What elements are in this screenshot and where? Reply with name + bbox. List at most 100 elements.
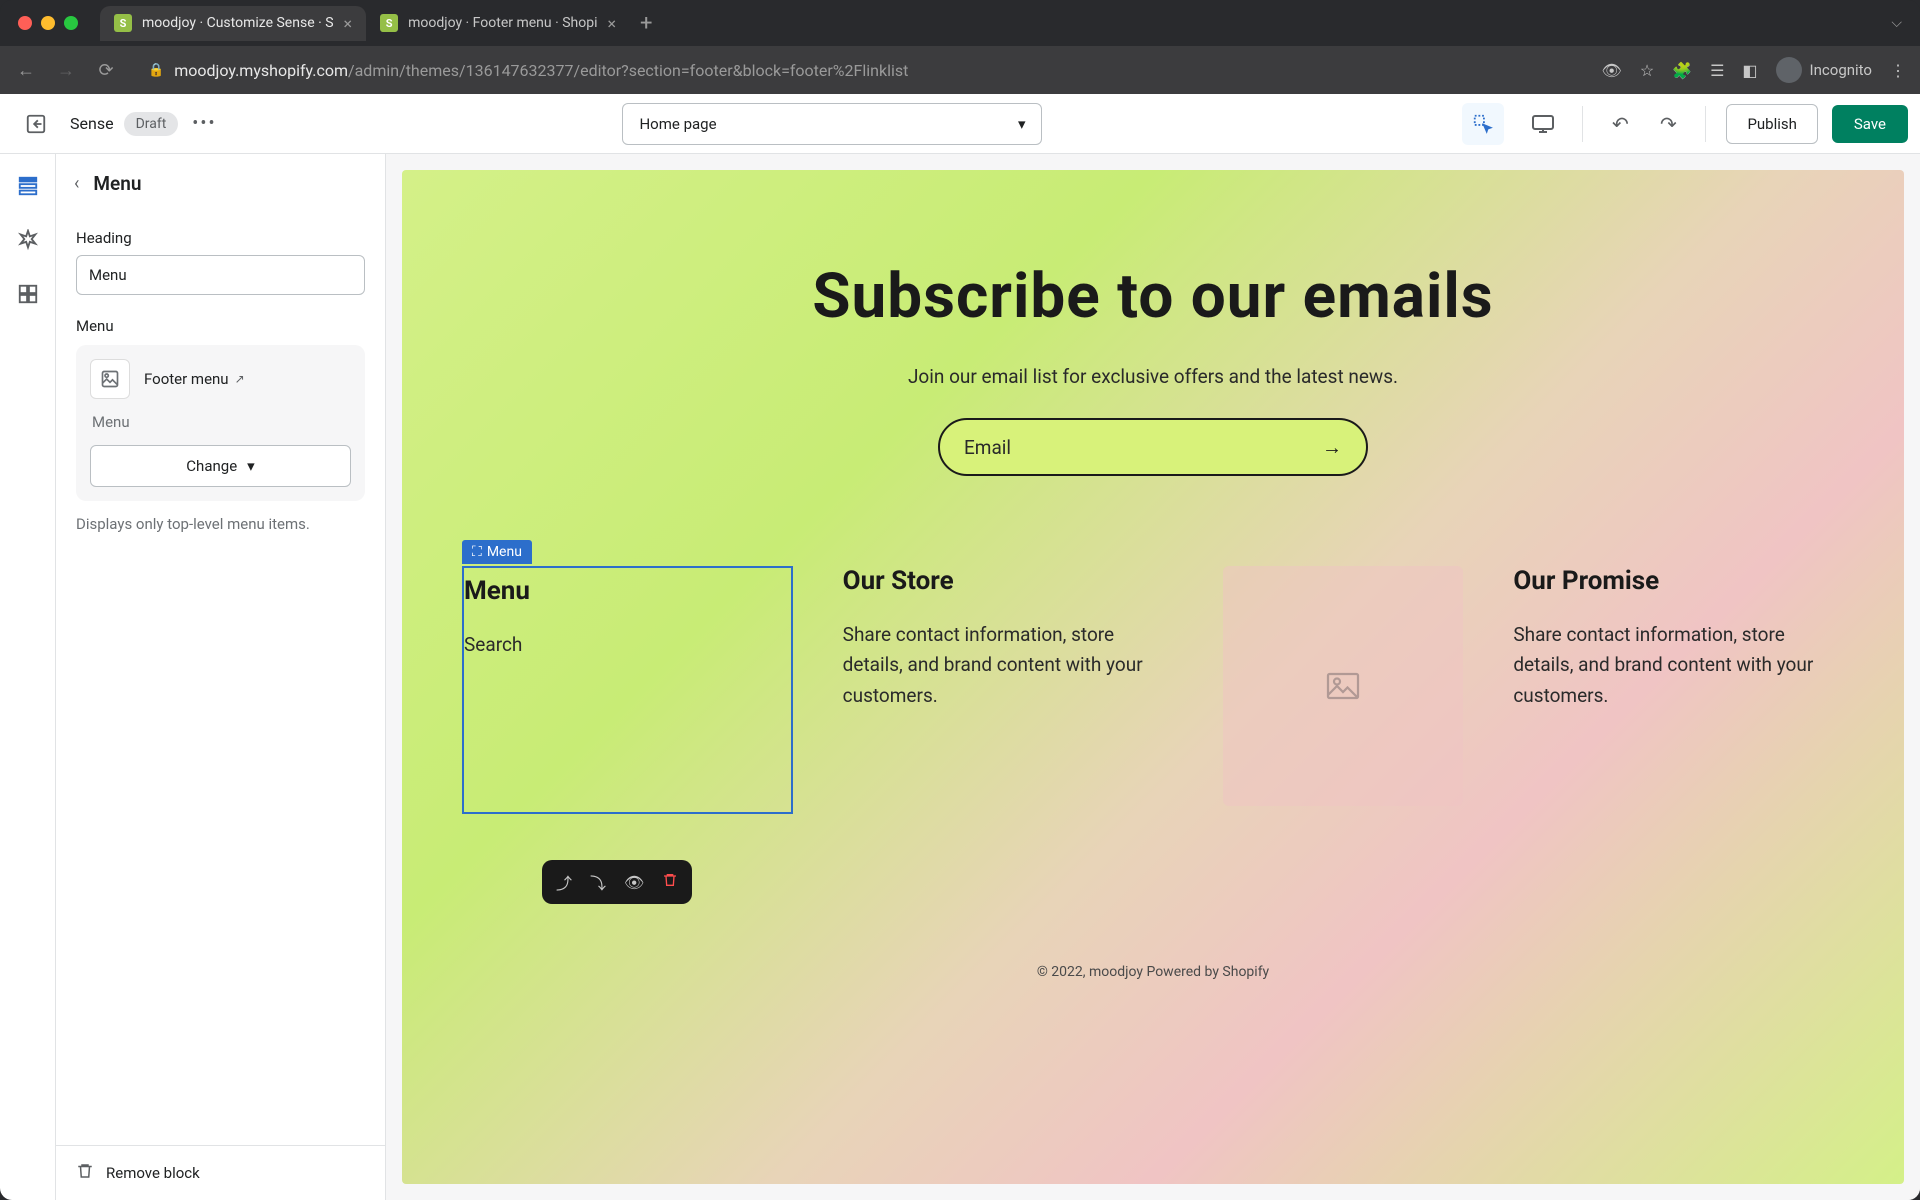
desktop-viewport-button[interactable] [1524,105,1562,143]
move-down-icon[interactable]: ⤵ [590,870,606,894]
remove-block-button[interactable]: Remove block [56,1145,385,1200]
tab-title: moodjoy · Customize Sense · S [142,15,334,31]
more-actions-button[interactable]: ••• [192,113,216,134]
forward-button[interactable]: → [54,60,78,81]
browser-tab-2[interactable]: S moodjoy · Footer menu · Shopi × [366,6,630,41]
menu-picker-card: Footer menu ↗ Menu Change ▾ [76,345,365,501]
window-close[interactable] [18,16,32,30]
copyright-text: © 2022, moodjoy Powered by Shopify [462,964,1844,980]
chrome-menu-icon[interactable]: ⋮ [1890,61,1906,80]
store-col-title: Our Store [843,566,1174,596]
extensions-icon[interactable]: 🧩 [1672,61,1692,80]
bookmark-icon[interactable]: ☆ [1640,61,1654,80]
editor-header: Sense Draft ••• Home page ▾ ↶ ↷ Publish … [0,94,1920,154]
tab-close-icon[interactable]: × [344,14,353,33]
menu-link-search[interactable]: Search [464,630,791,660]
chevron-down-icon: ▾ [247,457,255,475]
url-text: moodjoy.myshopify.com/admin/themes/13614… [174,61,908,80]
undo-button[interactable]: ↶ [1603,107,1637,141]
sidebar-content: Heading Menu Footer menu ↗ [56,213,385,1145]
tab-close-icon[interactable]: × [608,14,617,33]
hide-icon[interactable]: 👁 [624,873,644,892]
move-up-icon[interactable]: ⤴ [556,870,572,894]
image-placeholder[interactable] [1223,566,1463,806]
redo-button[interactable]: ↷ [1651,107,1685,141]
delete-icon[interactable] [662,872,678,892]
back-button[interactable]: ← [14,60,38,81]
footer-col-promise: Our Promise Share contact information, s… [1513,566,1844,711]
promise-col-title: Our Promise [1513,566,1844,596]
publish-button[interactable]: Publish [1726,104,1817,144]
shopify-editor: Sense Draft ••• Home page ▾ ↶ ↷ Publish … [0,94,1920,1200]
sections-nav-icon[interactable] [14,172,42,200]
browser-tab-1[interactable]: S moodjoy · Customize Sense · S × [100,6,366,41]
page-selector[interactable]: Home page ▾ [622,103,1042,145]
subscribe-title: Subscribe to our emails [462,260,1844,333]
trash-icon [76,1162,94,1184]
browser-title-bar: S moodjoy · Customize Sense · S × S mood… [0,0,1920,46]
chrome-toolbar-icons: 👁 ☆ 🧩 ☰ ◧ Incognito ⋮ [1602,57,1907,83]
block-toolbar: ⤴ ⤵ 👁 [542,860,692,904]
incognito-indicator[interactable]: Incognito [1776,57,1872,83]
separator [1582,106,1583,142]
heading-input[interactable] [76,255,365,295]
save-button[interactable]: Save [1832,105,1908,143]
subscribe-subtitle: Join our email list for exclusive offers… [462,365,1844,388]
footer-columns: ⛶ Menu Menu Search Our Store Share conta… [462,566,1844,814]
sidebar-title: Menu [93,172,141,195]
new-tab-button[interactable]: + [630,11,662,36]
theme-name: Sense [70,114,114,133]
tab-title: moodjoy · Footer menu · Shopi [408,15,597,31]
heading-field-label: Heading [76,229,365,247]
reading-list-icon[interactable]: ☰ [1710,61,1724,80]
subscribe-section: Subscribe to our emails Join our email l… [462,260,1844,476]
image-placeholder-icon [90,359,130,399]
traffic-lights [18,16,78,30]
draft-badge: Draft [124,112,179,136]
change-menu-button[interactable]: Change ▾ [90,445,351,487]
remove-block-label: Remove block [106,1164,200,1182]
eye-off-icon[interactable]: 👁 [1602,61,1622,80]
app-embeds-nav-icon[interactable] [14,280,42,308]
header-actions: ↶ ↷ Publish Save [1524,104,1908,144]
store-col-text: Share contact information, store details… [843,620,1174,711]
help-text: Displays only top-level menu items. [76,515,365,533]
theme-canvas[interactable]: Subscribe to our emails Join our email l… [402,170,1904,1184]
exit-editor-button[interactable] [12,100,60,148]
reload-button[interactable]: ⟳ [94,60,118,81]
side-panel-icon[interactable]: ◧ [1742,61,1757,80]
footer-col-menu: ⛶ Menu Menu Search [462,566,793,814]
block-tag-icon: ⛶ [472,544,482,560]
external-link-icon: ↗ [235,372,245,386]
menu-link-text: Footer menu ↗ [144,370,245,388]
menu-sub-label: Menu [92,413,351,431]
inspector-toggle-button[interactable] [1462,103,1504,145]
submit-arrow-icon[interactable]: → [1322,435,1342,460]
separator [1705,106,1706,142]
browser-url-bar: ← → ⟳ 🔒 moodjoy.myshopify.com/admin/them… [0,46,1920,94]
lock-icon: 🔒 [148,63,164,78]
selected-menu-block[interactable]: ⛶ Menu Menu Search [462,566,793,814]
left-rail [0,154,56,1200]
theme-settings-nav-icon[interactable] [14,226,42,254]
window-minimize[interactable] [41,16,55,30]
menu-field-label: Menu [76,317,365,335]
promise-col-text: Share contact information, store details… [1513,620,1844,711]
page-selector-label: Home page [639,115,716,133]
tabs-dropdown-icon[interactable]: ⌵ [1891,15,1902,31]
chevron-down-icon: ▾ [1018,115,1026,133]
email-placeholder: Email [964,436,1011,459]
email-input[interactable]: Email → [938,418,1368,476]
block-tag: ⛶ Menu [462,540,532,564]
settings-sidebar: ‹ Menu Heading Menu Footer menu [56,154,386,1200]
shopify-favicon-icon: S [380,14,398,32]
url-field[interactable]: 🔒 moodjoy.myshopify.com/admin/themes/136… [134,61,1586,80]
footer-col-image [1223,566,1463,806]
menu-link[interactable]: Footer menu ↗ [90,359,351,399]
browser-tabs: S moodjoy · Customize Sense · S × S mood… [100,6,1881,41]
sidebar-back-button[interactable]: ‹ [74,173,79,194]
sidebar-header: ‹ Menu [56,154,385,213]
incognito-icon [1776,57,1802,83]
window-maximize[interactable] [64,16,78,30]
preview-frame: Subscribe to our emails Join our email l… [386,154,1920,1200]
